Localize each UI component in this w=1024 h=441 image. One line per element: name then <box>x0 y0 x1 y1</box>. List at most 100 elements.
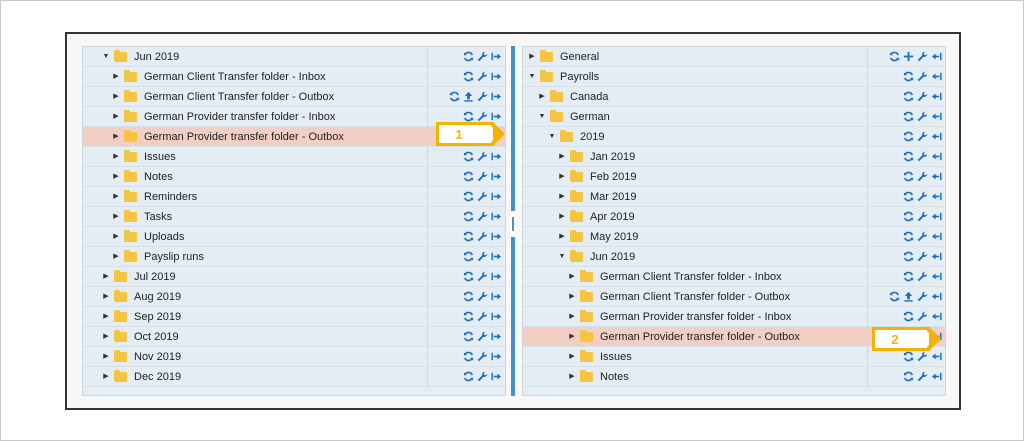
tree-row-label[interactable]: German <box>570 107 610 127</box>
wrench-icon[interactable] <box>476 210 488 224</box>
tree-row-label[interactable]: Notes <box>600 367 629 387</box>
tree-row[interactable]: ▶ Issues <box>83 147 505 167</box>
wrench-icon[interactable] <box>476 370 488 384</box>
tree-row[interactable]: ▼ Jun 2019 <box>523 247 945 267</box>
tree-row-label[interactable]: Aug 2019 <box>134 287 181 307</box>
wrench-icon[interactable] <box>916 290 928 304</box>
tree-row-label[interactable]: German Provider transfer folder - Outbox <box>144 127 344 147</box>
tree-row-label[interactable]: Payslip runs <box>144 247 204 267</box>
tree-row-label[interactable]: Tasks <box>144 207 172 227</box>
collapse-caret-icon[interactable]: ▼ <box>527 67 537 87</box>
wrench-icon[interactable] <box>476 350 488 364</box>
wrench-icon[interactable] <box>916 370 928 384</box>
expand-caret-icon[interactable]: ▶ <box>111 87 121 107</box>
move-left-icon[interactable] <box>930 170 942 184</box>
wrench-icon[interactable] <box>916 250 928 264</box>
wrench-icon[interactable] <box>916 110 928 124</box>
refresh-icon[interactable] <box>462 230 474 244</box>
wrench-icon[interactable] <box>476 270 488 284</box>
expand-caret-icon[interactable]: ▶ <box>111 227 121 247</box>
move-right-icon[interactable] <box>490 90 502 104</box>
collapse-caret-icon[interactable]: ▼ <box>547 127 557 147</box>
move-left-icon[interactable] <box>930 150 942 164</box>
tree-row[interactable]: ▶ Mar 2019 <box>523 187 945 207</box>
refresh-icon[interactable] <box>902 270 914 284</box>
move-left-icon[interactable] <box>930 250 942 264</box>
refresh-icon[interactable] <box>902 190 914 204</box>
upload-icon[interactable] <box>902 290 914 304</box>
move-left-icon[interactable] <box>930 70 942 84</box>
tree-row-label[interactable]: Jun 2019 <box>134 47 179 67</box>
refresh-icon[interactable] <box>462 290 474 304</box>
tree-row[interactable]: ▶ Apr 2019 <box>523 207 945 227</box>
move-left-icon[interactable] <box>930 190 942 204</box>
tree-row-label[interactable]: Sep 2019 <box>134 307 181 327</box>
tree-row[interactable]: ▶ Sep 2019 <box>83 307 505 327</box>
expand-caret-icon[interactable]: ▶ <box>527 47 537 67</box>
move-left-icon[interactable] <box>930 290 942 304</box>
tree-row[interactable]: ▶ Notes <box>523 367 945 387</box>
move-left-icon[interactable] <box>930 90 942 104</box>
wrench-icon[interactable] <box>476 170 488 184</box>
move-right-icon[interactable] <box>490 370 502 384</box>
expand-caret-icon[interactable]: ▶ <box>557 227 567 247</box>
expand-caret-icon[interactable]: ▶ <box>567 287 577 307</box>
move-right-icon[interactable] <box>490 210 502 224</box>
expand-caret-icon[interactable]: ▶ <box>557 187 567 207</box>
wrench-icon[interactable] <box>916 350 928 364</box>
tree-row[interactable]: ▶ German Client Transfer folder - Inbox <box>83 67 505 87</box>
refresh-icon[interactable] <box>462 210 474 224</box>
wrench-icon[interactable] <box>916 230 928 244</box>
tree-row[interactable]: ▶ Notes <box>83 167 505 187</box>
tree-row-label[interactable]: German Client Transfer folder - Outbox <box>144 87 334 107</box>
tree-row-label[interactable]: Mar 2019 <box>590 187 636 207</box>
refresh-icon[interactable] <box>902 150 914 164</box>
expand-caret-icon[interactable]: ▶ <box>567 327 577 347</box>
tree-row-label[interactable]: Uploads <box>144 227 184 247</box>
wrench-icon[interactable] <box>476 90 488 104</box>
tree-row[interactable]: ▶ Oct 2019 <box>83 327 505 347</box>
move-left-icon[interactable] <box>930 130 942 144</box>
refresh-icon[interactable] <box>462 350 474 364</box>
refresh-icon[interactable] <box>462 150 474 164</box>
tree-row[interactable]: ▼ Jun 2019 <box>83 47 505 67</box>
expand-caret-icon[interactable]: ▶ <box>111 167 121 187</box>
refresh-icon[interactable] <box>902 130 914 144</box>
wrench-icon[interactable] <box>916 170 928 184</box>
expand-caret-icon[interactable]: ▶ <box>567 367 577 387</box>
move-right-icon[interactable] <box>490 270 502 284</box>
tree-row[interactable]: ▶ Jan 2019 <box>523 147 945 167</box>
move-left-icon[interactable] <box>930 350 942 364</box>
wrench-icon[interactable] <box>476 330 488 344</box>
tree-row[interactable]: ▶ Tasks <box>83 207 505 227</box>
expand-caret-icon[interactable]: ▶ <box>101 367 111 387</box>
tree-row-label[interactable]: May 2019 <box>590 227 638 247</box>
refresh-icon[interactable] <box>902 230 914 244</box>
move-right-icon[interactable] <box>490 50 502 64</box>
tree-row-label[interactable]: Issues <box>600 347 632 367</box>
tree-row-label[interactable]: 2019 <box>580 127 604 147</box>
wrench-icon[interactable] <box>916 150 928 164</box>
wrench-icon[interactable] <box>916 90 928 104</box>
refresh-icon[interactable] <box>902 370 914 384</box>
tree-row-label[interactable]: Jun 2019 <box>590 247 635 267</box>
move-left-icon[interactable] <box>930 370 942 384</box>
expand-caret-icon[interactable]: ▶ <box>111 107 121 127</box>
collapse-caret-icon[interactable]: ▼ <box>537 107 547 127</box>
refresh-icon[interactable] <box>462 270 474 284</box>
move-left-icon[interactable] <box>930 50 942 64</box>
refresh-icon[interactable] <box>462 310 474 324</box>
tree-row[interactable]: ▶ General <box>523 47 945 67</box>
tree-row[interactable]: ▶ Jul 2019 <box>83 267 505 287</box>
expand-caret-icon[interactable]: ▶ <box>111 147 121 167</box>
refresh-icon[interactable] <box>888 290 900 304</box>
wrench-icon[interactable] <box>916 130 928 144</box>
tree-row-label[interactable]: Nov 2019 <box>134 347 181 367</box>
tree-row[interactable]: ▶ German Provider transfer folder - Inbox <box>523 307 945 327</box>
expand-caret-icon[interactable]: ▶ <box>567 347 577 367</box>
tree-row-label[interactable]: Jul 2019 <box>134 267 176 287</box>
move-right-icon[interactable] <box>490 150 502 164</box>
tree-row[interactable]: ▶ Payslip runs <box>83 247 505 267</box>
wrench-icon[interactable] <box>476 190 488 204</box>
expand-caret-icon[interactable]: ▶ <box>111 207 121 227</box>
